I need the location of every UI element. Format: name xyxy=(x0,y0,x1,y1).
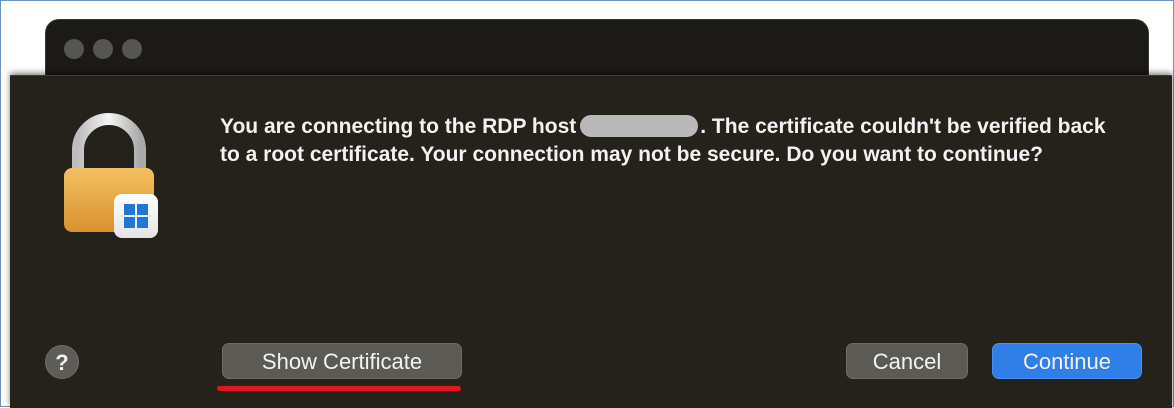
close-window-icon[interactable] xyxy=(64,39,84,59)
zoom-window-icon[interactable] xyxy=(122,39,142,59)
show-certificate-button[interactable]: Show Certificate xyxy=(222,343,462,379)
message-text-before-host: You are connecting to the RDP host xyxy=(220,115,577,138)
help-button[interactable]: ? xyxy=(45,345,79,379)
certificate-warning-dialog: You are connecting to the RDP host. The … xyxy=(10,75,1172,408)
cancel-button[interactable]: Cancel xyxy=(846,343,968,379)
lock-icon xyxy=(64,113,158,238)
annotation-underline xyxy=(217,386,461,391)
windows-logo-icon xyxy=(114,194,158,238)
continue-button[interactable]: Continue xyxy=(992,343,1142,379)
minimize-window-icon[interactable] xyxy=(93,39,113,59)
screenshot-frame: You are connecting to the RDP host. The … xyxy=(0,0,1174,408)
redacted-host-name xyxy=(580,115,699,137)
dialog-message: You are connecting to the RDP host. The … xyxy=(220,113,1120,169)
